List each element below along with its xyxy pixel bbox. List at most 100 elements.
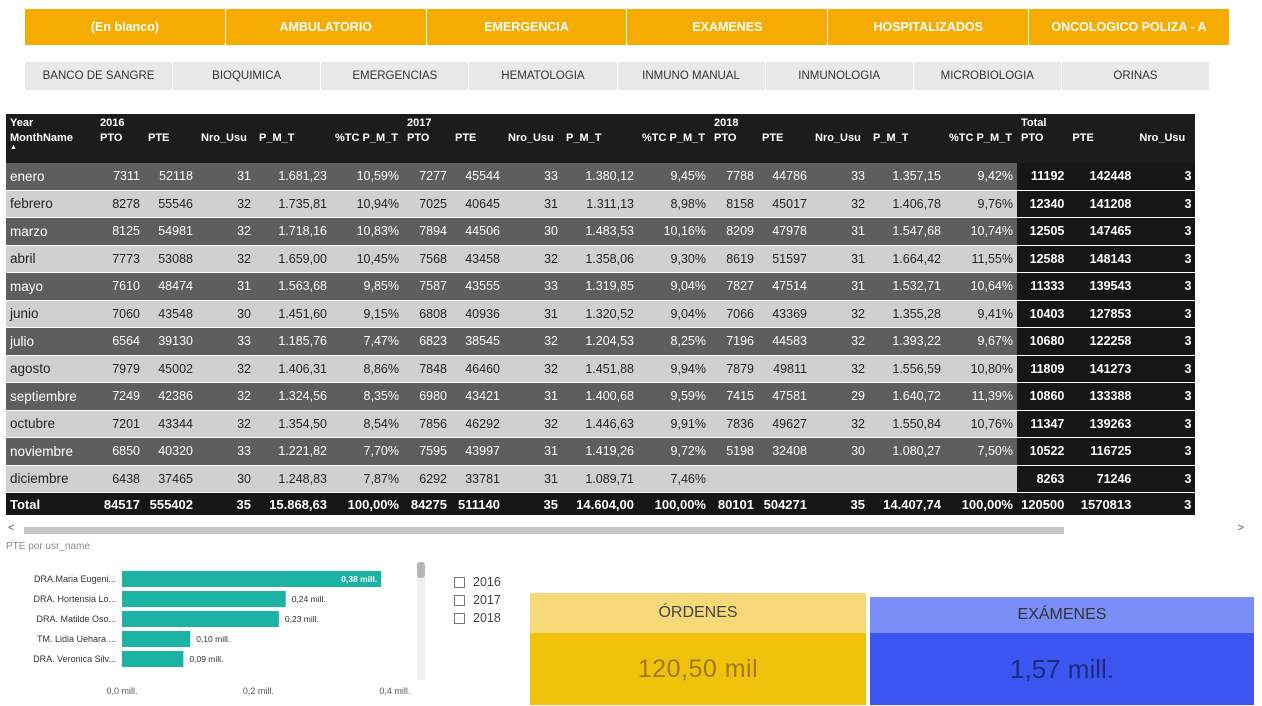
total-cell: 147465 <box>1068 217 1136 246</box>
total-cell: 11192 <box>1017 163 1069 191</box>
value-cell: 33 <box>197 327 255 356</box>
value-cell: 29 <box>811 382 869 411</box>
table-row[interactable]: agosto 7979 45002 32 1.406,31 8,86% 7848 46460 3… <box>6 355 1196 383</box>
value-cell: 1.400,68 <box>562 382 638 411</box>
area-slicer-item[interactable]: ONCOLOGICO POLIZA - A <box>1029 9 1229 45</box>
measure-header[interactable]: %TC P_M_T <box>945 132 1017 163</box>
value-cell: 7311 <box>96 163 144 191</box>
section-slicer-item[interactable]: HEMATOLOGIA <box>469 62 618 90</box>
value-cell: 32 <box>811 355 869 383</box>
measure-header[interactable]: Nro_Usu <box>811 132 869 163</box>
year-header[interactable]: 2018 <box>710 114 1017 132</box>
table-row[interactable]: marzo 8125 54981 32 1.718,16 10,83% 7894 44506 3… <box>6 217 1196 246</box>
table-row[interactable]: junio 7060 43548 30 1.451,60 9,15% 6808 40936 31… <box>6 300 1196 328</box>
measure-header[interactable]: Nro_Usu <box>197 132 255 163</box>
section-slicer-item[interactable]: ORINAS <box>1062 62 1209 90</box>
measure-header[interactable]: %TC P_M_T <box>638 132 710 163</box>
scroll-thumb[interactable] <box>24 527 1064 534</box>
year-filter-item[interactable]: 2016 <box>454 573 501 591</box>
measure-header[interactable]: PTE <box>451 132 504 163</box>
value-cell: 45544 <box>451 163 504 191</box>
area-slicer: (En blanco) AMBULATORIO EMERGENCIA EXAMENES… <box>25 9 1229 45</box>
year-filter-item[interactable]: 2017 <box>454 591 501 609</box>
value-cell: 1.451,88 <box>562 355 638 383</box>
area-slicer-item[interactable]: HOSPITALIZADOS <box>828 9 1030 45</box>
month-header-label: MonthName <box>10 132 73 144</box>
table-row[interactable]: octubre 7201 43344 32 1.354,50 8,54% 7856 46292… <box>6 410 1196 438</box>
measure-header[interactable]: PTO <box>710 132 758 163</box>
value-cell: 53088 <box>144 245 197 273</box>
section-slicer-item[interactable]: MICROBIOLOGIA <box>914 62 1062 90</box>
month-cell: octubre <box>6 410 96 438</box>
chart-scroll-track <box>417 562 425 680</box>
measure-header[interactable]: Nro_Usu <box>1135 132 1196 163</box>
table-row[interactable]: diciembre 6438 37465 30 1.248,83 7,87% 6292 337… <box>6 465 1196 493</box>
table-row[interactable]: septiembre 7249 42386 32 1.324,56 8,35% 6980 43… <box>6 382 1196 411</box>
area-slicer-item[interactable]: (En blanco) <box>25 9 226 45</box>
scroll-right-icon[interactable]: > <box>1238 522 1244 534</box>
table-row[interactable]: mayo 7610 48474 31 1.563,68 9,85% 7587 43555 33 1… <box>6 272 1196 301</box>
checkbox-icon[interactable] <box>454 594 465 606</box>
measure-header[interactable]: %TC P_M_T <box>331 132 403 163</box>
table-row[interactable]: julio 6564 39130 33 1.185,76 7,47% 6823 38545 32… <box>6 327 1196 356</box>
value-cell: 31 <box>811 217 869 246</box>
measure-header[interactable]: PTO <box>1017 132 1069 163</box>
area-slicer-item[interactable]: AMBULATORIO <box>226 9 427 45</box>
value-cell: 49627 <box>758 410 811 438</box>
total-cell: 10680 <box>1017 327 1069 356</box>
value-cell: 6808 <box>403 300 451 328</box>
value-cell: 31 <box>811 245 869 273</box>
total-cell: 12340 <box>1017 190 1069 218</box>
area-slicer-item[interactable]: EXAMENES <box>627 9 829 45</box>
measure-header[interactable]: P_M_T <box>869 132 945 163</box>
year-filter-item[interactable]: 2018 <box>454 609 501 627</box>
value-cell: 10,80% <box>945 355 1017 383</box>
total-cell: 133388 <box>1068 382 1136 411</box>
section-slicer-item[interactable]: BIOQUIMICA <box>173 62 322 90</box>
section-slicer-item[interactable]: BANCO DE SANGRE <box>25 62 174 90</box>
scroll-left-icon[interactable]: < <box>8 522 14 534</box>
total-cell: 141208 <box>1068 190 1136 218</box>
value-cell: 45017 <box>758 190 811 218</box>
table-row[interactable]: abril 7773 53088 32 1.659,00 10,45% 7568 43458 3… <box>6 245 1196 273</box>
area-slicer-item[interactable]: EMERGENCIA <box>427 9 628 45</box>
value-cell <box>945 465 1017 493</box>
table-row[interactable]: enero 7311 52118 31 1.681,23 10,59% 7277 45544 3… <box>6 163 1196 191</box>
value-cell: 8,86% <box>331 355 403 383</box>
value-cell: 9,76% <box>945 190 1017 218</box>
value-cell: 31 <box>811 272 869 301</box>
value-cell: 30 <box>504 217 562 246</box>
value-cell: 9,72% <box>638 437 710 466</box>
checkbox-icon[interactable] <box>454 612 465 624</box>
value-cell: 7610 <box>96 272 144 301</box>
section-slicer-item[interactable]: EMERGENCIAS <box>321 62 470 90</box>
section-slicer-item[interactable]: INMUNO MANUAL <box>618 62 766 90</box>
chart-scroll-thumb[interactable] <box>417 562 425 578</box>
value-cell: 9,94% <box>638 355 710 383</box>
table-row[interactable]: febrero 8278 55546 32 1.735,81 10,94% 7025 4064… <box>6 190 1196 218</box>
measure-header[interactable]: PTO <box>96 132 144 163</box>
value-cell: 10,64% <box>945 272 1017 301</box>
measure-header[interactable]: PTO <box>403 132 451 163</box>
value-cell: 8158 <box>710 190 758 218</box>
month-header[interactable]: MonthName ▲ <box>6 132 96 163</box>
year-header[interactable]: 2016 <box>96 114 403 132</box>
measure-header[interactable]: P_M_T <box>255 132 331 163</box>
total-value-cell: 14.604,00 <box>562 492 638 515</box>
measure-header[interactable]: PTE <box>1068 132 1136 163</box>
measure-header[interactable]: PTE <box>144 132 197 163</box>
value-cell: 1.355,28 <box>869 300 945 328</box>
measure-header[interactable]: Nro_Usu <box>504 132 562 163</box>
horizontal-scrollbar[interactable]: < > <box>6 522 1248 538</box>
section-slicer-item[interactable]: INMUNOLOGIA <box>766 62 914 90</box>
table-row[interactable]: noviembre 6850 40320 33 1.221,82 7,70% 7595 439… <box>6 437 1196 466</box>
year-header[interactable]: 2017 <box>403 114 710 132</box>
value-cell: 7568 <box>403 245 451 273</box>
examenes-card: EXÁMENES 1,57 mill. <box>870 597 1254 705</box>
checkbox-icon[interactable] <box>454 576 465 588</box>
total-cell: 10522 <box>1017 437 1069 466</box>
sort-asc-icon[interactable]: ▲ <box>10 144 92 152</box>
measure-header[interactable]: PTE <box>758 132 811 163</box>
value-cell: 54981 <box>144 217 197 246</box>
measure-header[interactable]: P_M_T <box>562 132 638 163</box>
